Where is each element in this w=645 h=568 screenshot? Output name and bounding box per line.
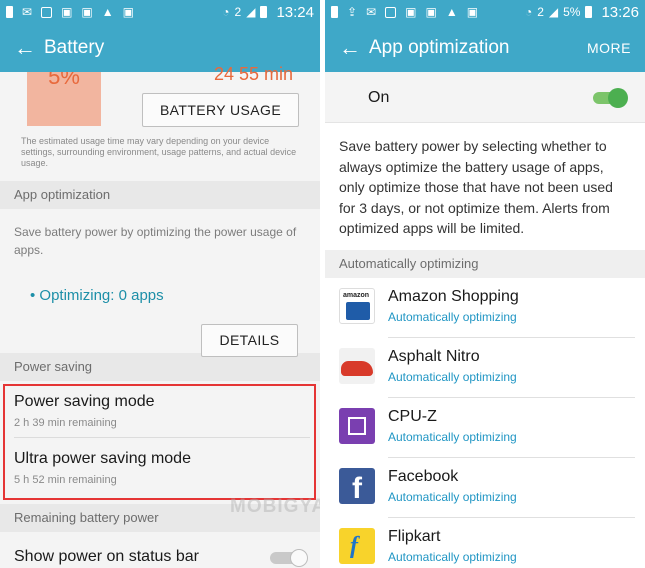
flipkart-icon-text: f (350, 532, 358, 559)
list-item-facebook[interactable]: f Facebook Automatically optimizing (325, 457, 645, 518)
bag-icon: ▣ (122, 5, 134, 19)
usage-note: The estimated usage time may vary depend… (21, 136, 297, 168)
warning-icon: ▲ (445, 5, 458, 19)
cart-shape (346, 301, 370, 320)
app-name: Facebook (388, 467, 459, 485)
warning-icon: ▲ (101, 5, 114, 19)
section-header-app-optimization: App optimization (0, 181, 320, 209)
master-toggle[interactable] (593, 88, 628, 108)
app-name: Flipkart (388, 527, 441, 545)
bag-icon: ▣ (61, 5, 73, 19)
battery-alert-icon (331, 6, 338, 18)
remaining-time: 24 55 min (214, 64, 294, 84)
notification-icons: ⇪ ✉ ▣ ▣ ▲ ▣ (331, 6, 525, 18)
page-title: Battery (44, 37, 105, 58)
show-power-row[interactable]: Show power on status bar (0, 532, 320, 568)
upload-icon: ⇪ (347, 5, 358, 19)
facebook-icon-text: f (352, 471, 362, 505)
wifi-icon: ◔ (222, 5, 230, 19)
app-optimization-panel: Save battery power by optimizing the pow… (0, 209, 320, 357)
list-item-cpuz[interactable]: CPU-Z Automatically optimizing (325, 397, 645, 458)
app-status[interactable]: Automatically optimizing (388, 550, 517, 564)
sim-icon: 2 (234, 5, 242, 19)
status-bar: ✉ ▣ ▣ ▲ ▣ ◔ 2 ◢ 13:24 (0, 0, 320, 24)
more-button[interactable]: MORE (587, 40, 631, 56)
section-header-auto-optimizing: Automatically optimizing (325, 249, 645, 278)
app-name: Asphalt Nitro (388, 347, 480, 365)
battery-percent: 5% (48, 72, 80, 89)
app-bar: ← App optimization MORE (325, 24, 645, 72)
toggle-thumb (608, 88, 628, 108)
app-status[interactable]: Automatically optimizing (388, 310, 517, 324)
chip-shape (348, 416, 366, 435)
app-name: Amazon Shopping (388, 287, 519, 305)
battery-percent: 5% (563, 5, 581, 19)
power-saving-list: Power saving mode 2 h 39 min remaining U… (0, 381, 320, 504)
flipkart-icon: f (339, 527, 375, 564)
battery-usage-button[interactable]: BATTERY USAGE (142, 93, 299, 127)
cpuz-icon (339, 407, 375, 444)
amazon-icon: amazon (339, 287, 375, 324)
gallery-icon (385, 6, 397, 18)
amazon-icon-text: amazon (343, 291, 370, 299)
details-button[interactable]: DETAILS (201, 324, 298, 357)
status-bar: ⇪ ✉ ▣ ▣ ▲ ▣ ◔ 2 ◢ 5% 13:26 (325, 0, 645, 24)
wifi-icon: ◔ (524, 5, 533, 19)
watermark-logo: MOBIGYAAN (230, 496, 320, 517)
signal-icon: ◢ (548, 5, 559, 19)
app-status[interactable]: Automatically optimizing (388, 490, 517, 504)
show-power-toggle[interactable] (270, 549, 308, 567)
list-item-amazon[interactable]: amazon Amazon Shopping Automatically opt… (325, 277, 645, 338)
app-status[interactable]: Automatically optimizing (388, 430, 517, 444)
gallery-icon (41, 6, 53, 18)
app-name: CPU-Z (388, 407, 437, 425)
page-title: App optimization (369, 37, 510, 58)
battery-usage-panel: 5% 24 55 min BATTERY USAGE The estimated… (0, 64, 320, 181)
right-screen: ⇪ ✉ ▣ ▣ ▲ ▣ ◔ 2 ◢ 5% 13:26 ← App optimiz… (325, 0, 645, 568)
list-item-flipkart[interactable]: f Flipkart Automatically optimizing (325, 517, 645, 568)
bag-icon: ▣ (405, 5, 417, 19)
sim-icon: 2 (537, 5, 544, 19)
mail-icon: ✉ (22, 5, 33, 19)
highlight-box (3, 384, 316, 500)
optimization-description: Save battery power by selecting whether … (325, 122, 645, 250)
battery-icon (260, 6, 268, 18)
signal-icon: ◢ (246, 5, 256, 19)
list-item-asphalt[interactable]: Asphalt Nitro Automatically optimizing (325, 337, 645, 398)
system-icons: ◔ 2 ◢ 5% 13:26 (525, 4, 639, 21)
optimizing-status: • Optimizing: 0 apps (30, 287, 164, 304)
app-optimization-description: Save battery power by optimizing the pow… (14, 225, 297, 257)
app-status[interactable]: Automatically optimizing (388, 370, 517, 384)
toggle-thumb (290, 549, 308, 567)
master-switch-row[interactable]: On (325, 72, 645, 122)
asphalt-icon (339, 347, 375, 384)
battery-level-bar: 5% (27, 72, 101, 126)
bag-icon: ▣ (81, 5, 93, 19)
back-arrow-icon[interactable]: ← (14, 35, 44, 61)
facebook-icon: f (339, 467, 375, 505)
clock: 13:26 (601, 3, 639, 21)
car-shape (341, 360, 373, 376)
system-icons: ◔ 2 ◢ 13:24 (222, 4, 314, 21)
bag-icon: ▣ (425, 5, 437, 19)
notification-icons: ✉ ▣ ▣ ▲ ▣ (6, 6, 222, 18)
clock: 13:24 (276, 3, 314, 21)
left-screen: ✉ ▣ ▣ ▲ ▣ ◔ 2 ◢ 13:24 ← Battery 5% 24 55… (0, 0, 320, 568)
section-header-power-saving: Power saving (0, 353, 320, 381)
mail-icon: ✉ (366, 5, 377, 19)
battery-alert-icon (6, 6, 13, 18)
back-arrow-icon[interactable]: ← (339, 35, 369, 61)
battery-icon (585, 6, 593, 18)
bag-icon: ▣ (466, 5, 479, 19)
